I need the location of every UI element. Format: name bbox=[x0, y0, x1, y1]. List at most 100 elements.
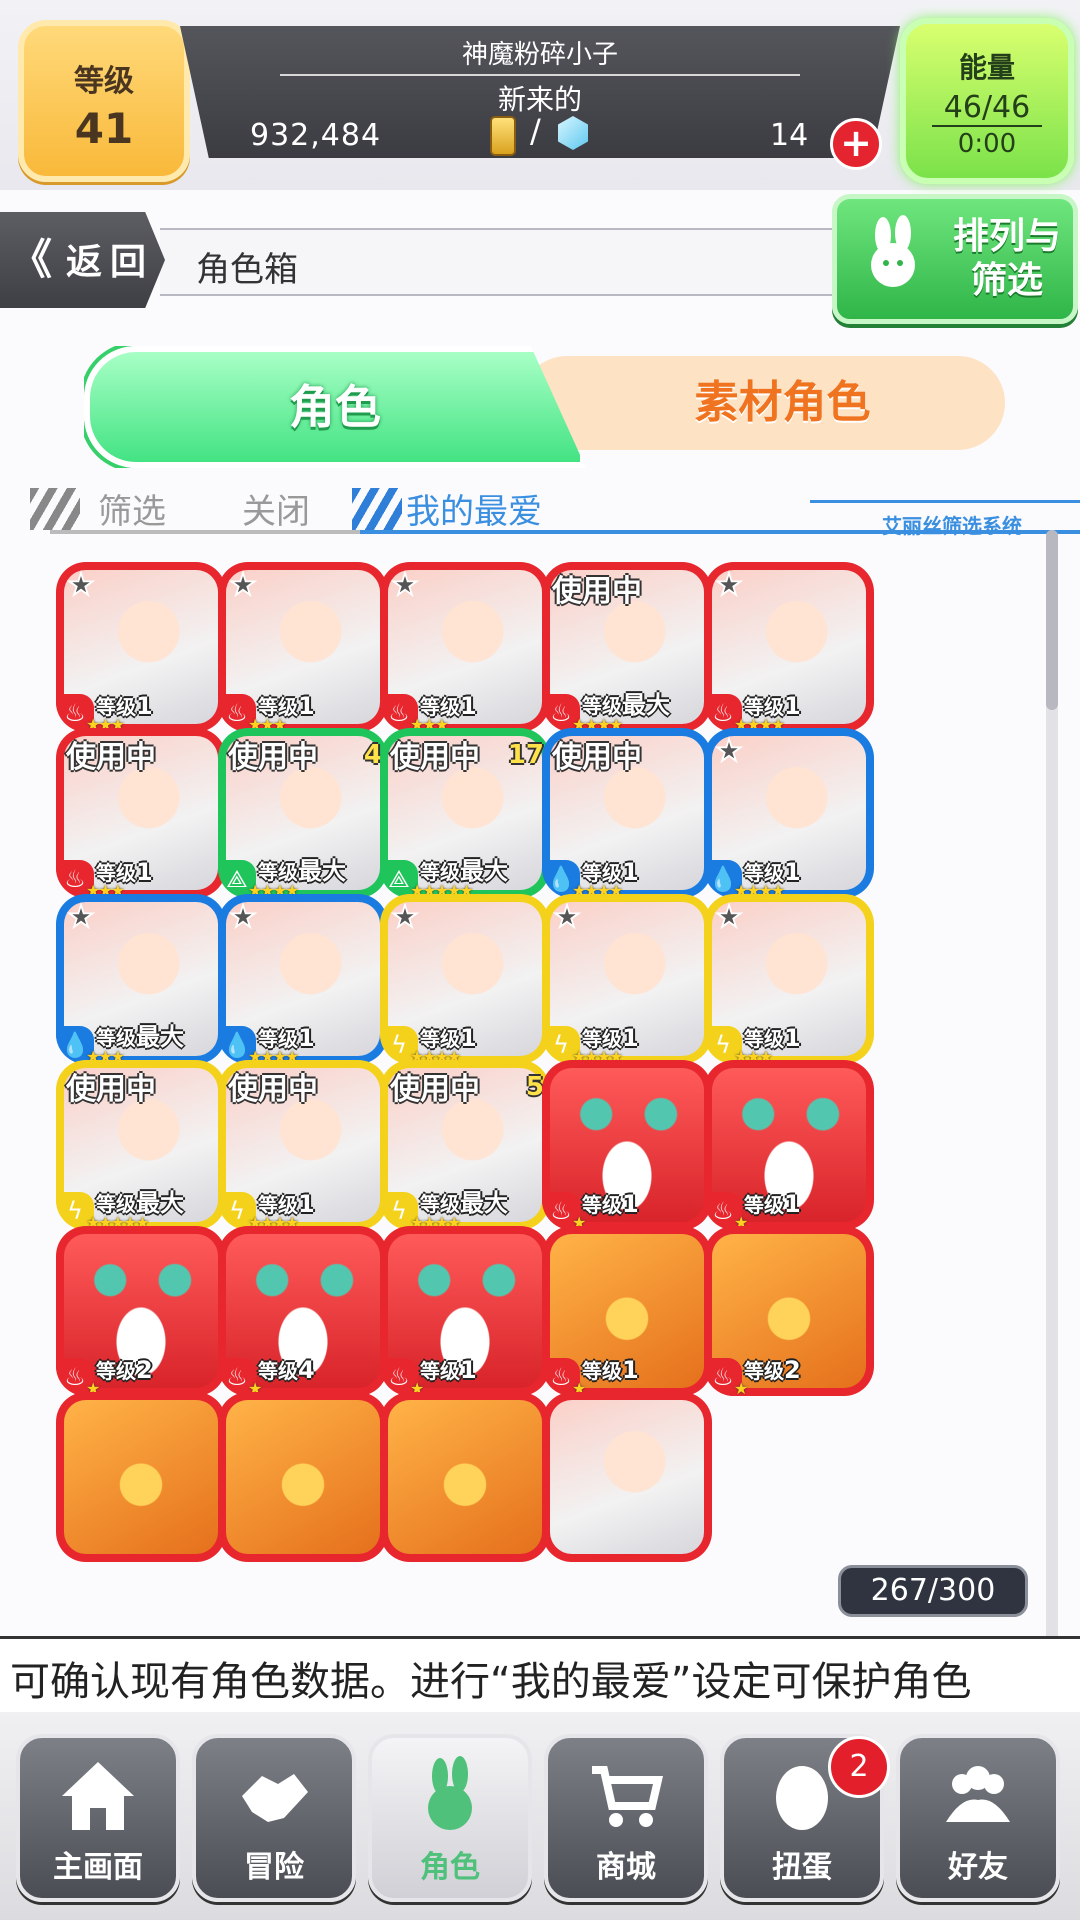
character-card[interactable]: ♨ 等级2 ★ bbox=[56, 1226, 226, 1396]
level-value: 1 bbox=[784, 1024, 801, 1052]
energy-value: 46/46 bbox=[932, 90, 1042, 127]
level-value: 2 bbox=[136, 1356, 153, 1384]
scrollbar[interactable] bbox=[1046, 530, 1058, 1650]
level-value: 1 bbox=[784, 692, 801, 720]
character-card[interactable]: 💧 等级1 ★★★★ bbox=[218, 894, 388, 1064]
character-card[interactable]: 💧 等级1 ★★★★ bbox=[704, 728, 874, 898]
rarity-stars: ★ bbox=[734, 1379, 748, 1396]
level-label: 等级1 bbox=[582, 1189, 639, 1218]
level-value: 1 bbox=[136, 692, 153, 720]
sort-filter-button[interactable]: 排列与筛选 bbox=[832, 194, 1078, 324]
divider bbox=[810, 500, 1080, 503]
character-card[interactable]: 使用中 💧 等级1 ★★★★ bbox=[542, 728, 712, 898]
nav-character-label: 角色 bbox=[420, 1850, 480, 1885]
energy-label: 能量 bbox=[958, 51, 1015, 84]
level-value: 1 bbox=[298, 1190, 315, 1218]
character-card[interactable]: ♨ 等级1 ★★★ bbox=[56, 562, 226, 732]
filter-row: 筛选 关闭 我的最爱 艾丽丝筛选系统 bbox=[30, 480, 1080, 538]
favorites-toggle[interactable]: 我的最爱 bbox=[406, 484, 542, 533]
page-title: 角色箱 bbox=[196, 250, 298, 290]
character-card[interactable]: ♨ 等级1 ★ bbox=[542, 1060, 712, 1230]
in-use-label: 使用中 bbox=[228, 740, 318, 775]
level-value: 1 bbox=[622, 1024, 639, 1052]
character-card[interactable]: 使用中 ϟ 等级1 ★★★★ bbox=[218, 1060, 388, 1230]
nav-friends-button[interactable]: 好友 bbox=[896, 1734, 1060, 1902]
nav-gacha-label: 扭蛋 bbox=[772, 1850, 832, 1885]
character-card[interactable] bbox=[56, 1392, 226, 1562]
rabbit-icon bbox=[871, 215, 915, 287]
level-prefix: 等级 bbox=[582, 1193, 622, 1217]
level-prefix: 等级 bbox=[582, 1359, 622, 1383]
character-card[interactable] bbox=[218, 1392, 388, 1562]
character-card[interactable]: ♨ 等级1 ★ bbox=[380, 1226, 550, 1396]
character-card[interactable]: ♨ 等级1 ★★★ bbox=[218, 562, 388, 732]
character-card[interactable]: 使用中 4 ⟁ 等级最大 ★★★★ bbox=[218, 728, 388, 898]
filter-off-toggle[interactable]: 关闭 bbox=[242, 484, 310, 533]
level-value: 1 bbox=[622, 1190, 639, 1218]
gem-icon bbox=[558, 116, 588, 150]
character-card[interactable] bbox=[542, 1392, 712, 1562]
home-icon bbox=[62, 1762, 134, 1830]
back-label: 返回 bbox=[66, 242, 155, 283]
character-card[interactable]: 使用中 17 ⟁ 等级最大 ★★★★★ bbox=[380, 728, 550, 898]
character-card[interactable]: ϟ 等级1 ★★★★ bbox=[542, 894, 712, 1064]
nav-home-button[interactable]: 主画面 bbox=[16, 1734, 180, 1902]
buy-gems-button[interactable]: + bbox=[830, 118, 882, 170]
level-label: 等级2 bbox=[744, 1355, 801, 1384]
gold-bar-icon bbox=[490, 116, 516, 156]
character-card[interactable]: ♨ 等级1 ★ bbox=[704, 1060, 874, 1230]
character-portrait bbox=[550, 1400, 704, 1554]
character-card[interactable]: 💧 等级最大 ★★★ bbox=[56, 894, 226, 1064]
handshake-icon bbox=[242, 1774, 308, 1822]
energy-timer: 0:00 bbox=[957, 129, 1017, 159]
level-value: 1 bbox=[460, 692, 477, 720]
level-label: 等级1 bbox=[582, 1355, 639, 1384]
tab-characters[interactable]: 角色 bbox=[84, 346, 586, 468]
level-value: 最大 bbox=[622, 691, 670, 719]
info-message-bar: 可确认现有角色数据。进行“我的最爱”设定可保护角色 bbox=[0, 1636, 1080, 1716]
nav-shop-button[interactable]: 商城 bbox=[544, 1734, 708, 1902]
character-card[interactable]: ϟ 等级1 ★★★★ bbox=[380, 894, 550, 1064]
level-label: 等级 bbox=[74, 64, 134, 99]
page-title-bar: 角色箱 bbox=[160, 228, 840, 296]
tab-material-characters[interactable]: 素材角色 bbox=[520, 356, 1005, 450]
character-card[interactable]: ♨ 等级1 ★★★ bbox=[380, 562, 550, 732]
character-card[interactable]: ϟ 等级1 ★★★ bbox=[704, 894, 874, 1064]
nav-shop-label: 商城 bbox=[596, 1850, 656, 1885]
nav-home-label: 主画面 bbox=[53, 1850, 143, 1885]
level-prefix: 等级 bbox=[96, 1359, 136, 1383]
scrollbar-thumb[interactable] bbox=[1046, 530, 1058, 710]
character-card[interactable]: 使用中 ♨ 等级最大 ★★★★ bbox=[542, 562, 712, 732]
character-card[interactable]: ♨ 等级2 ★ bbox=[704, 1226, 874, 1396]
level-label: 等级4 bbox=[258, 1355, 315, 1384]
in-use-label: 使用中 bbox=[66, 1072, 156, 1107]
level-value: 1 bbox=[622, 1356, 639, 1384]
divider bbox=[50, 530, 380, 534]
player-level-box: 等级 41 bbox=[18, 20, 190, 182]
level-value: 最大 bbox=[460, 1189, 508, 1217]
in-use-label: 使用中 bbox=[552, 574, 642, 609]
stripe-decoration bbox=[352, 488, 402, 530]
character-portrait bbox=[226, 1400, 380, 1554]
level-value: 1 bbox=[784, 858, 801, 886]
character-portrait bbox=[388, 1400, 542, 1554]
level-value: 1 bbox=[784, 1190, 801, 1218]
level-value: 1 bbox=[298, 692, 315, 720]
nav-adventure-label: 冒险 bbox=[244, 1850, 304, 1885]
player-info-bar: 神魔粉碎小子 新来的 932,484 / 14 bbox=[180, 26, 900, 158]
nav-adventure-button[interactable]: 冒险 bbox=[192, 1734, 356, 1902]
level-label: 等级2 bbox=[96, 1355, 153, 1384]
character-card[interactable]: ♨ 等级1 ★ bbox=[542, 1226, 712, 1396]
in-use-label: 使用中 bbox=[66, 740, 156, 775]
character-card[interactable]: 使用中 5 ϟ 等级最大 ★★★★ bbox=[380, 1060, 550, 1230]
energy-box: 能量 46/46 0:00 bbox=[900, 18, 1074, 184]
nav-character-button[interactable]: 角色 bbox=[368, 1734, 532, 1902]
character-card[interactable]: ♨ 等级1 ★★★★ bbox=[704, 562, 874, 732]
filter-toggle[interactable]: 筛选 bbox=[98, 484, 166, 533]
character-card[interactable]: ♨ 等级4 ★ bbox=[218, 1226, 388, 1396]
double-chevron-left-icon: 《 bbox=[10, 235, 53, 284]
back-button[interactable]: 《返回 bbox=[0, 212, 165, 308]
character-card[interactable]: 使用中 ϟ 等级最大 ★★★★★ bbox=[56, 1060, 226, 1230]
character-card[interactable] bbox=[380, 1392, 550, 1562]
character-card[interactable]: 使用中 ♨ 等级1 ★★★ bbox=[56, 728, 226, 898]
